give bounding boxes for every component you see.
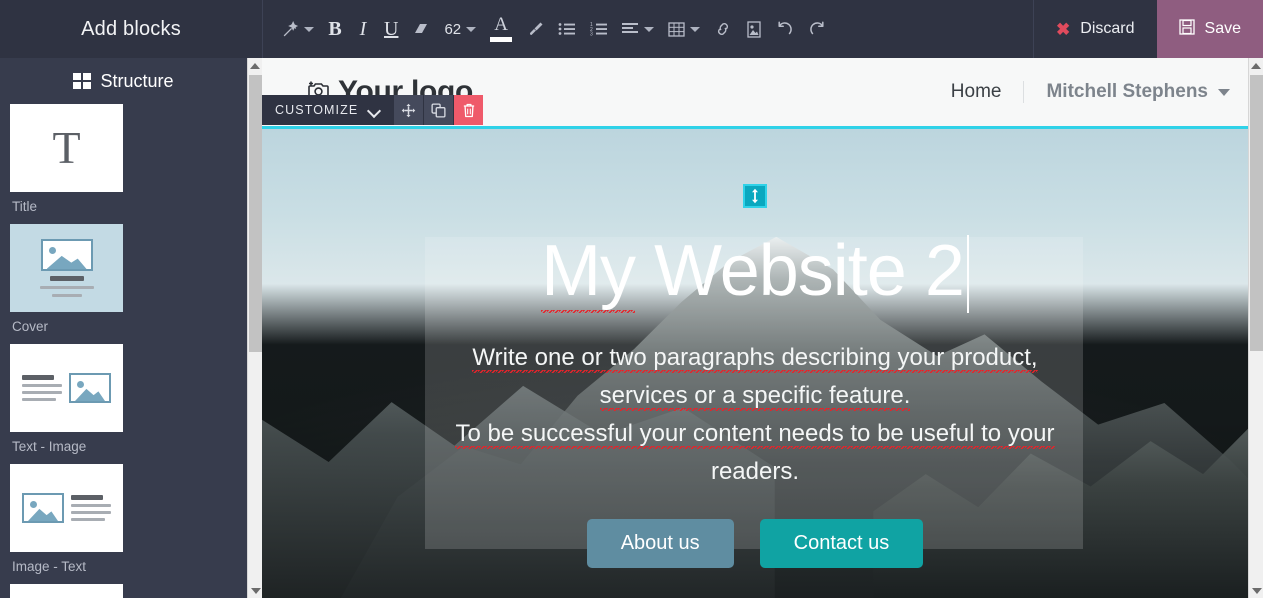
customize-label: CUSTOMIZE [275,103,359,117]
hero-cover-block[interactable]: My Website 2 Write one or two paragraphs… [262,126,1248,598]
image-placeholder-icon [22,493,64,523]
block-thumbnail[interactable] [10,584,123,598]
format-painter-icon[interactable] [275,10,321,48]
scrollbar-thumb[interactable] [1250,75,1263,351]
underline-button[interactable]: U [377,10,405,48]
chevron-down-icon [466,26,477,32]
scroll-down-button[interactable] [248,583,263,598]
scrollbar-thumb[interactable] [249,75,262,352]
structure-section-header: Structure [0,58,247,104]
top-bar: Add blocks B I U 62 A 1 2 3 ✖ Discard Sa… [0,0,1263,58]
blocks-sidebar: Structure T Title Cover Text - Image Ima… [0,58,247,598]
italic-button[interactable]: I [349,10,377,48]
block-thumbnail[interactable] [10,464,123,552]
move-block-button[interactable] [393,95,424,125]
sidebar-scrollbar[interactable] [247,58,263,598]
block-label: Title [12,199,38,214]
chevron-down-icon [690,26,701,32]
scroll-up-button[interactable] [1249,58,1263,73]
hero-title-misspelled: My [541,231,636,313]
numbered-list-icon[interactable]: 1 2 3 [583,10,615,48]
clear-formatting-icon[interactable] [405,10,437,48]
bulleted-list-icon[interactable] [551,10,583,48]
chevron-down-icon [1218,88,1230,96]
image-placeholder-icon [40,239,93,271]
letter-t-icon: T [52,122,81,173]
main-body: Structure T Title Cover Text - Image Ima… [0,58,1263,598]
add-blocks-panel-title: Add blocks [81,17,181,40]
image-placeholder-icon [69,373,111,403]
nav-link-home[interactable]: Home [951,81,1024,103]
text-align-button[interactable] [615,10,661,48]
hero-buttons: About us Contact us [262,518,1248,568]
block-item-title[interactable]: T Title [10,104,123,214]
hero-paragraph-line-2: services or a specific feature. [599,381,911,411]
font-color-letter: A [494,13,508,35]
hero-resize-handle[interactable] [743,184,767,208]
user-name: Mitchell Stephens [1046,81,1208,102]
hero-title-rest: Website 2 [635,231,965,311]
delete-block-button[interactable] [453,95,484,125]
user-menu[interactable]: Mitchell Stephens [1023,81,1230,103]
font-color-swatch [490,36,513,42]
hero-paragraph-line-3: To be successful your content needs to b… [455,419,1055,449]
discard-label: Discard [1080,20,1135,37]
font-size-select[interactable]: 62 [437,10,483,48]
block-label: Image - Text [12,559,87,574]
discard-button[interactable]: ✖ Discard [1033,0,1156,58]
hero-paragraph[interactable]: Write one or two paragraphs describing y… [262,339,1248,491]
thumb-bar [49,276,84,281]
block-label: Text - Image [12,439,87,454]
hero-paragraph-line-1: Write one or two paragraphs describing y… [472,344,1038,373]
chevron-down-icon [369,105,380,116]
page-canvas: Your logo Home Mitchell Stephens CUSTOMI… [262,58,1248,598]
undo-icon[interactable] [769,10,801,48]
chevron-down-icon [250,587,261,594]
highlight-brush-icon[interactable] [519,10,551,48]
link-icon[interactable] [707,10,739,48]
scroll-down-button[interactable] [1249,583,1263,598]
website-builder-app: Add blocks B I U 62 A 1 2 3 ✖ Discard Sa… [0,0,1263,598]
thumb-bar [39,286,94,289]
chevron-up-icon [1251,62,1261,69]
bold-button[interactable]: B [321,10,349,48]
svg-text:3: 3 [590,31,593,36]
hero-paragraph-line-4: readers. [710,457,800,485]
block-thumbnail[interactable] [10,344,123,432]
scroll-up-button[interactable] [248,58,262,73]
structure-title: Structure [100,70,174,91]
hero-content: My Website 2 Write one or two paragraphs… [262,231,1248,568]
text-cursor [966,235,969,313]
font-color-button[interactable]: A [483,10,519,48]
chevron-down-icon [304,26,314,32]
table-button[interactable] [661,10,707,48]
chevron-down-icon [1251,587,1262,594]
close-icon: ✖ [1056,19,1071,39]
save-button[interactable]: Save [1156,0,1263,58]
hero-title[interactable]: My Website 2 [541,231,969,313]
block-thumbnail[interactable]: T [10,104,123,192]
contact-us-button[interactable]: Contact us [759,518,924,568]
chevron-down-icon [644,26,655,32]
text-editor-toolbar: B I U 62 A 1 2 3 [262,0,1033,58]
block-label: Cover [12,319,49,334]
block-item-cover[interactable]: Cover [10,224,123,334]
about-us-button[interactable]: About us [586,518,734,568]
insert-image-icon[interactable] [739,10,769,48]
block-customize-toolbar: CUSTOMIZE [262,95,484,125]
blocks-grid: T Title Cover Text - Image Image - Text [0,104,247,598]
redo-icon[interactable] [801,10,833,48]
canvas-scrollbar[interactable] [1248,58,1263,598]
customize-dropdown[interactable]: CUSTOMIZE [262,95,394,125]
block-thumbnail[interactable] [10,224,123,312]
block-item-text-image[interactable]: Text - Image [10,344,123,454]
save-label: Save [1204,20,1241,37]
thumb-bar [51,294,82,297]
block-item-image-text[interactable]: Image - Text [10,464,123,574]
grid-icon [73,73,92,89]
floppy-disk-icon [1178,18,1195,40]
block-item-text-block[interactable]: Text block [10,584,123,598]
chevron-up-icon [250,62,260,69]
duplicate-block-button[interactable] [423,95,454,125]
